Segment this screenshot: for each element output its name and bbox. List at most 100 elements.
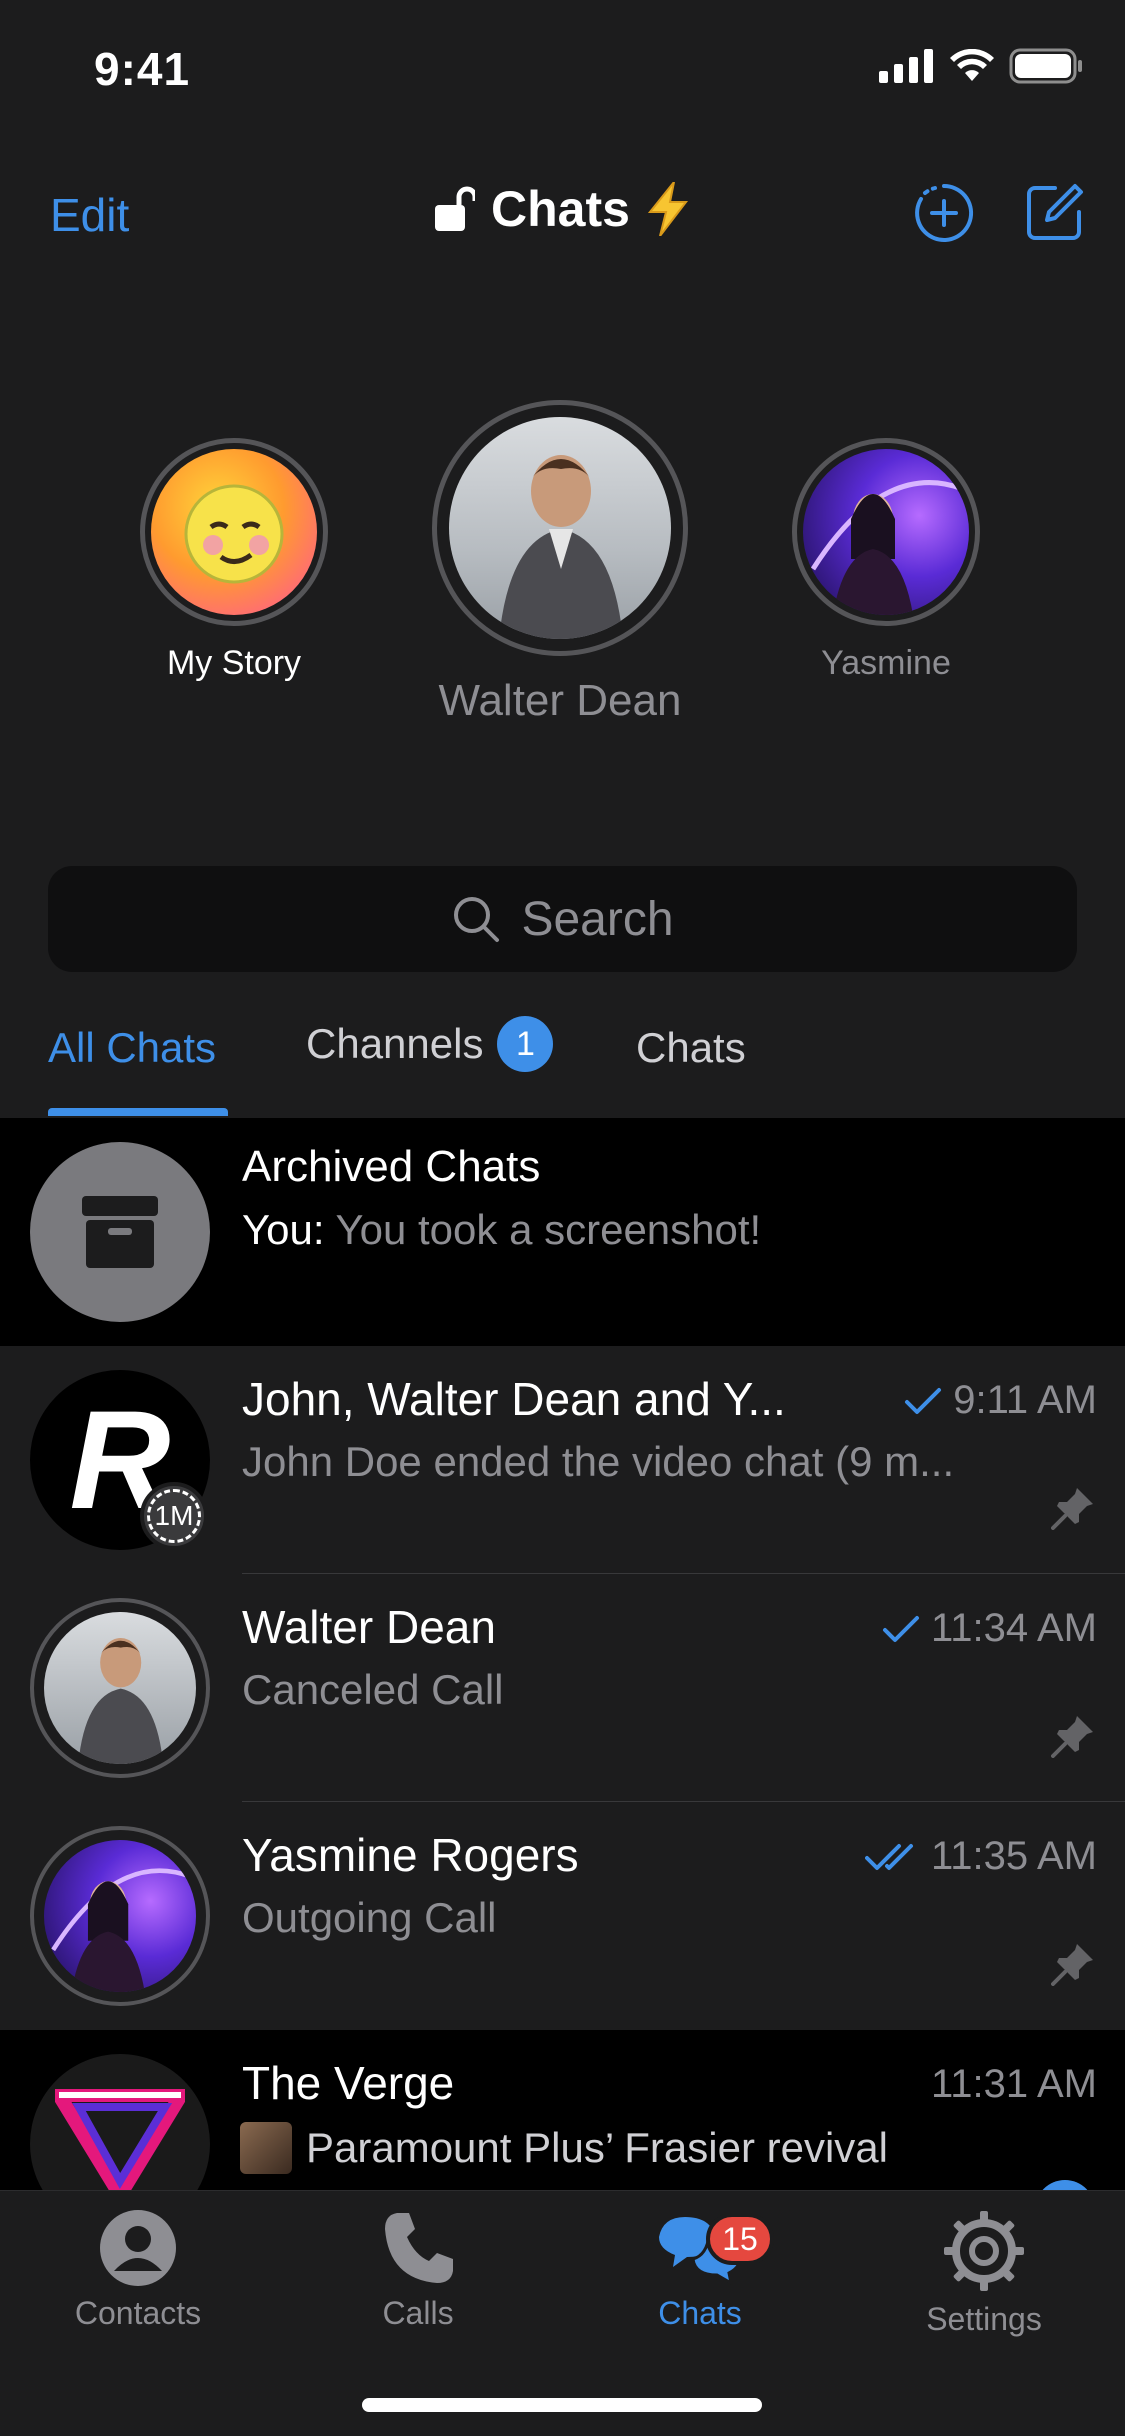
auto-delete-timer-badge: 1M [140, 1482, 208, 1550]
chat-preview: Canceled Call [242, 1666, 504, 1713]
tab-label: Chats [658, 2295, 742, 2331]
chat-row-archived[interactable]: Archived Chats You: You took a screensho… [0, 1118, 1125, 1346]
phone-icon [385, 2213, 453, 2283]
my-story-avatar [151, 449, 317, 615]
story-label: Yasmine [821, 644, 951, 682]
verge-logo-icon [55, 2089, 185, 2190]
person-circle-icon [100, 2210, 176, 2286]
tab-settings[interactable]: Settings [884, 2209, 1084, 2338]
avatar-photo [44, 1612, 196, 1764]
chat-title: Walter Dean [242, 1601, 496, 1653]
compose-icon[interactable] [1025, 182, 1085, 242]
walter-dean-avatar [30, 1598, 210, 1778]
battery-icon [1009, 48, 1082, 84]
tab-chats[interactable]: Chats [636, 1024, 746, 1072]
pin-icon [1051, 1944, 1093, 1986]
pin-icon [1051, 1488, 1093, 1530]
tab-label: Contacts [74, 2295, 202, 2331]
story-ring [140, 438, 328, 626]
story-yasmine[interactable]: Yasmine [792, 438, 980, 683]
nav-bar: Edit Chats [0, 160, 1125, 264]
chat-row-yasmine-rogers[interactable]: Yasmine Rogers Outgoing Call 11:35 AM [0, 1802, 1125, 2030]
status-bar: 9:41 [0, 0, 1125, 132]
unread-badge: 1 [497, 1016, 554, 1072]
yasmine-avatar [803, 449, 969, 615]
tab-channels[interactable]: Channels 1 [306, 1016, 554, 1072]
stories-row: My Story Walter Dean Yasmine [0, 400, 1125, 750]
tab-label: All Chats [48, 1024, 217, 1071]
unlocked-padlock-icon[interactable] [435, 185, 476, 233]
cellular-signal-icon [879, 49, 933, 83]
status-time: 9:41 [94, 43, 191, 95]
tab-all-chats[interactable]: All Chats [48, 1024, 216, 1072]
yasmine-rogers-avatar [30, 1826, 210, 2006]
tab-label: Calls [382, 2295, 454, 2331]
avatar-photo [44, 1840, 196, 1992]
time-text: 11:34 AM [930, 1606, 1097, 1650]
nav-actions [913, 182, 1085, 244]
tab-label: Channels [306, 1020, 484, 1067]
person-photo-icon [78, 1638, 164, 1764]
home-indicator[interactable] [362, 2398, 762, 2412]
chat-time: 11:35 AM [864, 1834, 1097, 1879]
the-verge-avatar [30, 2054, 210, 2190]
chat-preview: You: You took a screenshot! [242, 1206, 761, 1254]
tab-contacts[interactable]: Contacts [38, 2209, 238, 2332]
chat-preview: Paramount Plus’ Frasier revival [240, 2122, 888, 2174]
preview-thumbnail [240, 2122, 292, 2174]
gear-icon [944, 2211, 1024, 2291]
search-placeholder: Search [521, 892, 674, 946]
wifi-icon [950, 49, 994, 81]
tab-calls[interactable]: Calls [318, 2209, 518, 2332]
person-photo-icon [499, 455, 623, 639]
chat-list[interactable]: Archived Chats You: You took a screensho… [0, 1118, 1125, 2190]
time-text: 9:11 AM [953, 1378, 1097, 1422]
person-photo-icon [810, 480, 964, 615]
chat-preview: Outgoing Call [242, 1894, 497, 1941]
story-ring [792, 438, 980, 626]
search-input[interactable]: Search [48, 866, 1077, 972]
chat-title: Yasmine Rogers [242, 1829, 579, 1881]
chat-time: 11:34 AM [881, 1606, 1097, 1651]
person-photo-icon [51, 1868, 192, 1992]
double-check-icon [864, 1843, 913, 1870]
archive-avatar [30, 1142, 210, 1322]
chat-row-group[interactable]: R 1M John, Walter Dean and Y... John Doe… [0, 1346, 1125, 1574]
chat-row-walter-dean[interactable]: Walter Dean Canceled Call 11:34 AM [0, 1574, 1125, 1802]
archive-box-icon [82, 1196, 158, 1268]
emoji-face-icon [184, 484, 284, 584]
tab-chats-nav[interactable]: Chats 15 [600, 2209, 800, 2332]
chat-title: Archived Chats [242, 1142, 541, 1191]
preview-text: Paramount Plus’ Frasier revival [306, 2124, 888, 2171]
single-check-icon [882, 1615, 919, 1642]
unread-count-badge: 15 [706, 2213, 774, 2265]
story-label: My Story [166, 644, 302, 682]
sender-label: You: [242, 1206, 325, 1253]
new-story-icon[interactable] [913, 182, 975, 244]
chat-time: 9:11 AM [903, 1378, 1097, 1423]
page-title: Chats [491, 181, 630, 237]
chat-time: 11:31 AM [931, 2062, 1097, 2107]
chat-title: John, Walter Dean and Y... [242, 1373, 786, 1425]
time-text: 11:31 AM [930, 2062, 1097, 2106]
story-label: Walter Dean [438, 676, 682, 725]
unread-badge: 1 [1035, 2180, 1095, 2190]
active-tab-indicator [48, 1108, 228, 1116]
search-icon [454, 897, 500, 942]
chat-preview: John Doe ended the video chat (9 m... [242, 1438, 955, 1485]
story-walter-dean[interactable]: Walter Dean [432, 400, 688, 726]
tab-label: Settings [926, 2301, 1042, 2337]
chat-row-the-verge[interactable]: The Verge Paramount Plus’ Frasier reviva… [0, 2030, 1125, 2190]
single-check-icon [905, 1387, 942, 1414]
lightning-bolt-icon [647, 182, 688, 236]
story-my-story[interactable]: My Story [140, 438, 328, 683]
pin-icon [1051, 1716, 1093, 1758]
story-ring [432, 400, 688, 656]
tab-label: Chats [636, 1024, 746, 1071]
time-text: 11:35 AM [930, 1834, 1097, 1878]
walter-dean-avatar [449, 417, 671, 639]
preview-text: You took a screenshot! [335, 1206, 762, 1253]
timer-text: 1M [147, 1489, 201, 1543]
status-icons [879, 48, 1083, 84]
folder-tabs: All Chats Channels 1 Chats [0, 1010, 1125, 1118]
